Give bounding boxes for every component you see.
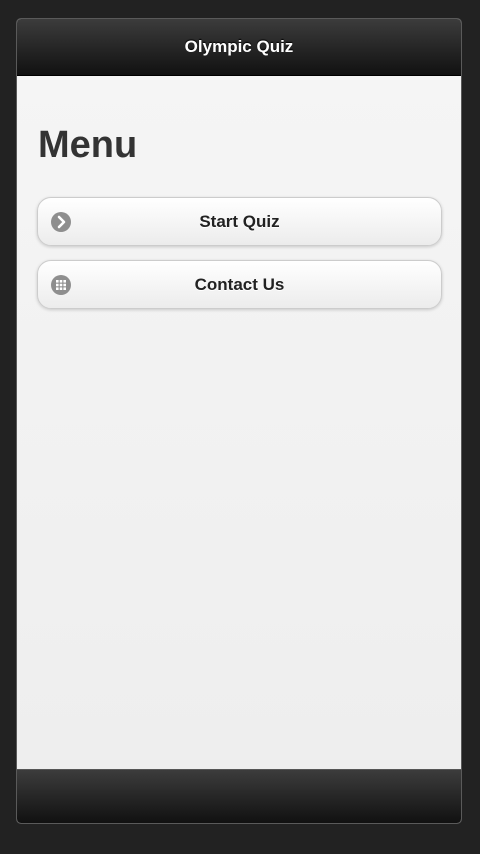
content-area: Menu Start Quiz Contact Us [17,76,461,769]
start-quiz-button[interactable]: Start Quiz [37,197,442,246]
start-quiz-label: Start Quiz [199,211,280,231]
page-title: Menu [38,124,138,166]
header-title: Olympic Quiz [184,37,294,56]
contact-us-label: Contact Us [194,274,285,294]
footer-bar [17,769,461,823]
contact-us-button[interactable]: Contact Us [37,260,442,309]
app-frame: Olympic Quiz Menu Start Quiz Contact Us [16,18,462,824]
header-bar: Olympic Quiz [17,19,461,76]
arrow-right-icon [51,211,71,232]
grid-icon [51,274,71,295]
